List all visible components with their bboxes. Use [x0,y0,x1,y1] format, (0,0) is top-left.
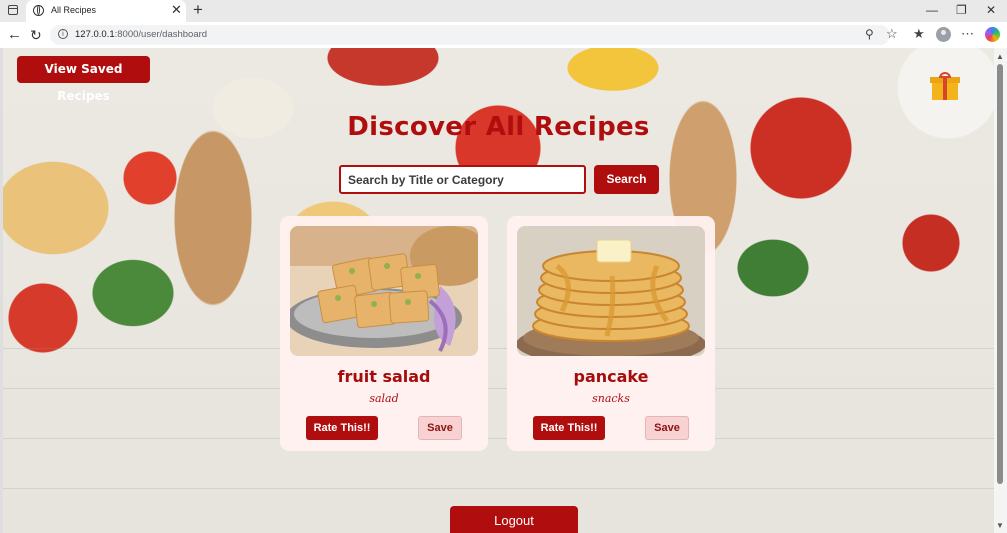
favorite-icon[interactable]: ☆ [886,26,898,42]
browser-titlebar: All Recipes ✕ + — ❐ ✕ [0,0,1007,22]
divider [3,488,994,489]
recipe-photo [290,226,478,356]
tab-close-icon[interactable]: ✕ [171,3,182,17]
logout-button[interactable]: Logout [450,506,578,533]
page-title: Discover All Recipes [347,112,650,142]
browser-toolbar: ← ↻ i 127.0.0.1:8000/user/dashboard ⚲ ☆ … [0,22,1007,48]
divider [3,438,994,439]
info-icon[interactable]: i [58,29,68,39]
copilot-icon[interactable] [985,27,1000,42]
recipe-card: fruit salad salad Rate This!! Save [280,216,488,451]
rate-button[interactable]: Rate This!! [306,416,378,440]
save-button[interactable]: Save [418,416,462,440]
tab-actions-icon[interactable] [8,5,18,15]
recipe-category: salad [369,392,399,405]
page-background: View Saved Recipes Discover All Recipes … [3,48,994,533]
url-text[interactable]: 127.0.0.1:8000/user/dashboard [75,29,207,40]
address-bar[interactable]: i 127.0.0.1:8000/user/dashboard ⚲ [50,25,890,45]
save-button[interactable]: Save [645,416,689,440]
collections-icon[interactable]: ★ [913,26,925,42]
recipe-image-fruit-salad [290,226,478,356]
gift-icon[interactable] [930,72,960,100]
recipe-card: pancake snacks Rate This!! Save [507,216,715,451]
recipe-title: pancake [573,367,649,386]
tab-title: All Recipes [51,5,97,15]
search-button[interactable]: Search [594,165,659,194]
divider [3,388,994,389]
gift-ribbon [943,77,947,100]
scrollbar-thumb[interactable] [997,64,1003,484]
globe-icon [33,5,44,16]
maximize-icon[interactable]: ❐ [956,3,967,17]
browser-tab[interactable]: All Recipes ✕ [26,0,186,22]
profile-icon[interactable] [936,27,951,42]
back-icon[interactable]: ← [7,26,22,44]
page-scrollbar[interactable]: ▲ ▼ [994,48,1007,533]
url-host: 127.0.0.1 [75,29,115,40]
recipe-category: snacks [592,392,630,405]
close-window-icon[interactable]: ✕ [986,3,996,17]
scroll-down-icon[interactable]: ▼ [996,522,1004,530]
reload-icon[interactable]: ↻ [30,26,42,44]
more-icon[interactable]: ⋯ [961,26,975,42]
new-tab-icon[interactable]: + [193,1,203,19]
view-saved-recipes-button[interactable]: View Saved Recipes [17,56,150,103]
scroll-up-icon[interactable]: ▲ [996,53,1004,61]
recipe-title: fruit salad [337,367,431,386]
divider [3,348,994,349]
gift-bow [939,72,951,78]
url-path: :8000/user/dashboard [114,29,208,40]
recipe-image-pancake [517,226,705,356]
minimize-icon[interactable]: — [926,3,938,17]
recipe-photo [517,226,705,356]
zoom-icon[interactable]: ⚲ [865,27,874,41]
rate-button[interactable]: Rate This!! [533,416,605,440]
search-input[interactable] [339,165,586,194]
